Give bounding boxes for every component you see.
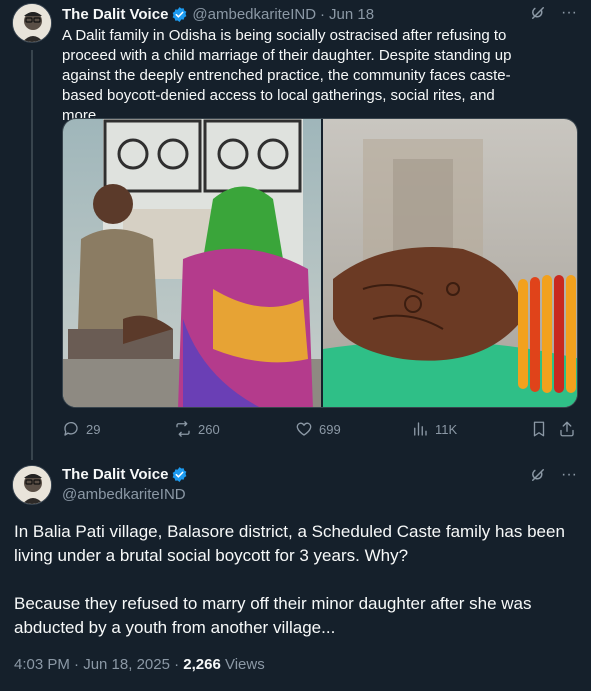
tweet-2[interactable]: The Dalit Voice @ambedkariteIND ··· In B… (0, 456, 591, 691)
tweet-date[interactable]: Jun 18 (329, 6, 374, 23)
repost-count: 260 (198, 421, 220, 437)
media-image-family[interactable] (63, 119, 321, 407)
tweet-top-icons: ··· (529, 466, 577, 484)
repost-button[interactable]: 260 (174, 420, 220, 438)
tweet-text: In Balia Pati village, Balasore district… (14, 520, 574, 664)
separator-dot: · (320, 5, 326, 23)
tweet-top-icons: ··· (529, 4, 577, 22)
tweet-media[interactable] (62, 118, 578, 408)
tweet-timestamp[interactable]: 4:03 PM · Jun 18, 2025 · (14, 656, 183, 673)
reply-icon (64, 421, 78, 436)
tweet-paragraph-1: In Balia Pati village, Balasore district… (14, 522, 565, 565)
repost-icon (176, 421, 190, 437)
bookmark-icon (533, 421, 545, 437)
views-count: 11K (435, 421, 458, 437)
grok-icon[interactable] (529, 4, 547, 22)
grok-icon[interactable] (529, 466, 547, 484)
reply-count: 29 (86, 421, 101, 437)
bookmark-button[interactable] (530, 420, 548, 438)
tweet-paragraph-2: Because they refused to marry off their … (14, 594, 532, 637)
author-name[interactable]: The Dalit Voice (62, 466, 168, 483)
like-icon (296, 422, 312, 436)
more-options-icon[interactable]: ··· (561, 4, 577, 22)
more-options-icon[interactable]: ··· (561, 466, 577, 484)
like-count: 699 (319, 421, 341, 437)
reply-button[interactable]: 29 (62, 420, 100, 438)
tweet-actions-bar: 29 260 699 11K (62, 420, 578, 442)
thread-connector-line (31, 50, 33, 460)
share-icon (560, 421, 574, 437)
tweet-metadata: 4:03 PM · Jun 18, 2025 · 2,266 Views (14, 656, 265, 673)
author-handle[interactable]: @ambedkariteIND (62, 486, 186, 503)
tweet-text: A Dalit family in Odisha is being social… (62, 27, 512, 124)
author-name[interactable]: The Dalit Voice (62, 6, 168, 23)
views-button[interactable]: 11K (411, 420, 457, 438)
like-button[interactable]: 699 (295, 420, 341, 438)
verified-badge-icon (173, 6, 187, 22)
views-icon (414, 422, 427, 436)
media-image-hands[interactable] (321, 119, 577, 407)
author-avatar[interactable] (12, 3, 52, 43)
tweet-header: The Dalit Voice @ambedkariteIND · Jun 18 (62, 4, 374, 24)
author-handle[interactable]: @ambedkariteIND (192, 6, 316, 23)
verified-badge-icon (173, 467, 187, 482)
tweet-views-count: 2,266 (183, 656, 221, 673)
share-button[interactable] (558, 420, 576, 438)
tweet-1[interactable]: The Dalit Voice @ambedkariteIND · Jun 18… (0, 0, 591, 460)
tweet-header: The Dalit Voice (62, 466, 188, 483)
tweet-views-label: Views (220, 656, 265, 673)
author-avatar[interactable] (12, 465, 52, 505)
